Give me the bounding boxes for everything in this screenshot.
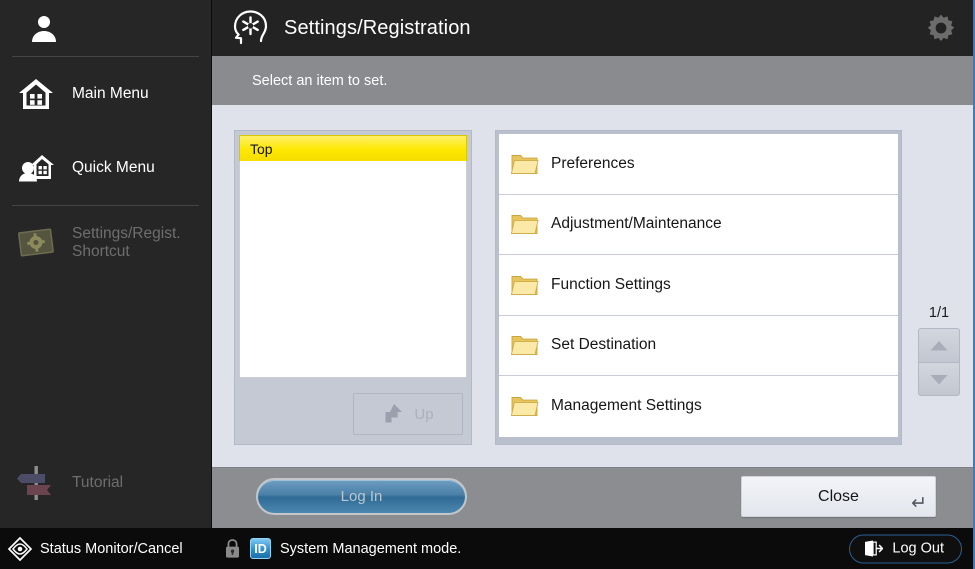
sidebar-item-main-menu[interactable]: Main Menu <box>0 57 211 131</box>
folder-icon <box>511 394 539 418</box>
list-item[interactable]: Adjustment/Maintenance <box>499 194 898 255</box>
page-indicator: 1/1 <box>928 305 950 321</box>
logout-button-label: Log Out <box>892 540 944 557</box>
system-status-message: System Management mode. <box>280 540 462 557</box>
lock-icon <box>224 538 241 559</box>
eye-diamond-icon <box>7 536 33 562</box>
up-button-label: Up <box>414 405 434 423</box>
arrow-up-left-icon <box>382 402 406 426</box>
enter-return-icon: ↵ <box>911 493 927 514</box>
login-button[interactable]: Log In <box>256 478 467 515</box>
content-area: Top Up Preferences Adjustment/Maintenanc… <box>212 105 973 467</box>
gear-icon[interactable] <box>921 8 961 48</box>
user-avatar-button[interactable] <box>0 0 211 56</box>
tree-panel: Top Up <box>234 130 472 445</box>
list-item-label: Adjustment/Maintenance <box>551 215 722 233</box>
triangle-up-icon <box>929 339 949 352</box>
sidebar-item-tutorial[interactable]: Tutorial <box>0 452 212 514</box>
page-up-button[interactable] <box>918 328 960 362</box>
status-monitor-label: Status Monitor/Cancel <box>40 540 183 557</box>
tree-header-label: Top <box>250 140 273 157</box>
sidebar-item-label-line1: Settings/Regist. <box>72 225 181 243</box>
settings-item-list: Preferences Adjustment/Maintenance Funct… <box>495 130 902 445</box>
page-down-button[interactable] <box>918 362 960 396</box>
tree-body[interactable] <box>239 161 467 378</box>
folder-icon <box>511 152 539 176</box>
sidebar: Main Menu Quick Menu Settings/Regist. Sh… <box>0 0 212 569</box>
printer-settings-screen: Main Menu Quick Menu Settings/Regist. Sh… <box>0 0 975 569</box>
user-icon <box>22 6 66 50</box>
list-item-label: Preferences <box>551 154 635 172</box>
sidebar-item-label: Quick Menu <box>72 159 155 177</box>
info-bar-text: Select an item to set. <box>252 72 388 89</box>
triangle-down-icon <box>929 373 949 386</box>
list-item-label: Function Settings <box>551 275 671 293</box>
logout-button[interactable]: Log Out <box>849 534 962 563</box>
folder-icon <box>511 212 539 236</box>
list-item[interactable]: Function Settings <box>499 255 898 316</box>
sidebar-item-label: Main Menu <box>72 85 149 103</box>
list-item[interactable]: Set Destination <box>499 315 898 376</box>
pagination: 1/1 <box>915 305 963 396</box>
list-item[interactable]: Management Settings <box>499 376 898 437</box>
list-item-label: Management Settings <box>551 397 702 415</box>
system-status-bar: ID System Management mode. Log Out <box>212 528 973 569</box>
list-item[interactable]: Preferences <box>499 134 898 195</box>
signpost-icon <box>14 461 58 505</box>
sidebar-item-settings-shortcut[interactable]: Settings/Regist. Shortcut <box>0 206 211 280</box>
main-panel: Settings/Registration Select an item to … <box>212 0 975 569</box>
close-button-label: Close <box>818 487 859 505</box>
list-item-label: Set Destination <box>551 336 657 354</box>
up-button[interactable]: Up <box>353 393 463 435</box>
id-badge: ID <box>250 538 271 559</box>
tree-header-top[interactable]: Top <box>239 135 467 161</box>
home-icon <box>14 72 58 116</box>
page-title: Settings/Registration <box>284 16 471 39</box>
settings-card-icon <box>14 221 58 265</box>
folder-icon <box>511 333 539 357</box>
sidebar-item-label: Settings/Regist. Shortcut <box>72 225 181 261</box>
close-button[interactable]: Close ↵ <box>741 476 936 517</box>
titlebar: Settings/Registration <box>212 0 973 56</box>
button-bar: Log In Close ↵ <box>212 467 973 528</box>
folder-icon <box>511 273 539 297</box>
exit-door-icon <box>863 540 884 558</box>
info-bar: Select an item to set. <box>212 56 973 105</box>
sidebar-item-label-line2: Shortcut <box>72 243 130 260</box>
login-button-label: Log In <box>340 488 383 505</box>
user-home-icon <box>14 146 58 190</box>
status-monitor-button[interactable]: Status Monitor/Cancel <box>0 528 212 569</box>
sidebar-item-label: Tutorial <box>72 474 124 491</box>
settings-registration-head-icon <box>230 8 270 48</box>
sidebar-item-quick-menu[interactable]: Quick Menu <box>0 131 211 205</box>
